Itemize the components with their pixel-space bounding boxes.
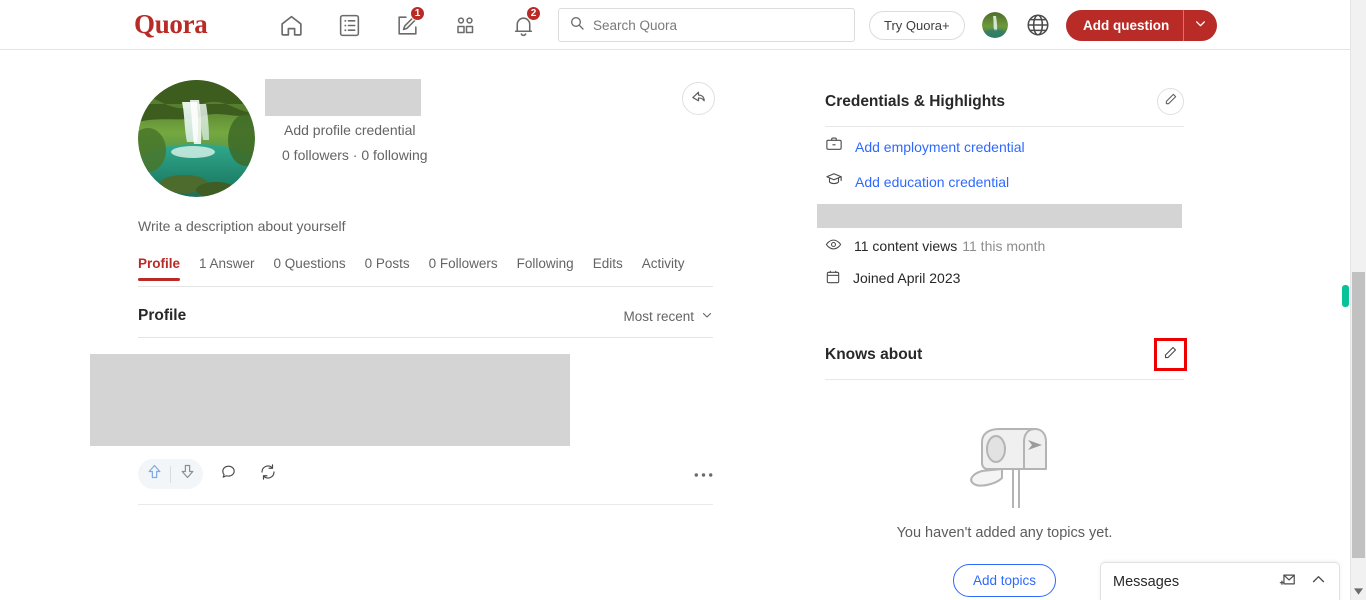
messages-label: Messages xyxy=(1113,573,1180,590)
content-views-label: 11 content views xyxy=(854,238,958,254)
add-question-button[interactable]: Add question xyxy=(1066,10,1218,41)
add-question-label: Add question xyxy=(1083,18,1170,33)
chevron-down-icon xyxy=(701,309,713,324)
sort-label: Most recent xyxy=(623,308,694,324)
scroll-position-marker xyxy=(1342,285,1349,307)
tab-questions[interactable]: 0 Questions xyxy=(274,256,346,280)
post-content-redacted xyxy=(90,354,570,446)
empty-state-text: You haven't added any topics yet. xyxy=(896,525,1113,541)
chevron-up-icon xyxy=(1310,571,1327,593)
nav-home-button[interactable] xyxy=(262,0,320,50)
repost-icon xyxy=(259,463,277,486)
write-badge: 1 xyxy=(410,6,425,21)
tab-edits[interactable]: Edits xyxy=(593,256,623,280)
profile-tabs: Profile 1 Answer 0 Questions 0 Posts 0 F… xyxy=(138,256,713,287)
add-employment-credential-row[interactable]: Add employment credential xyxy=(825,131,1184,162)
add-profile-credential-link[interactable]: Add profile credential xyxy=(284,122,416,138)
profile-name-redacted xyxy=(265,79,421,116)
content-views-monthly: 11 this month xyxy=(962,238,1046,254)
add-question-dropdown[interactable] xyxy=(1184,10,1217,41)
nav-spaces-button[interactable] xyxy=(436,0,494,50)
upvote-arrow-icon xyxy=(146,463,163,485)
followers-following-count: 0 followers · 0 following xyxy=(282,147,428,163)
calendar-icon xyxy=(825,269,841,288)
globe-icon xyxy=(1025,14,1051,42)
more-dots-icon xyxy=(694,465,713,483)
search-icon xyxy=(569,15,585,36)
eye-icon xyxy=(825,236,842,256)
profile-avatar[interactable] xyxy=(138,80,255,197)
tab-profile[interactable]: Profile xyxy=(138,256,181,281)
post-action-bar xyxy=(138,459,713,505)
tab-following[interactable]: Following xyxy=(517,256,574,280)
edit-knows-about-button[interactable] xyxy=(1154,338,1187,371)
joined-date-row: Joined April 2023 xyxy=(825,264,1184,292)
new-message-icon xyxy=(1278,570,1297,594)
repost-button[interactable] xyxy=(253,459,283,489)
header-avatar[interactable] xyxy=(982,12,1008,38)
header-nav-icons: 1 2 xyxy=(262,0,552,50)
post-card xyxy=(90,354,713,505)
post-more-options-button[interactable] xyxy=(694,465,713,483)
add-education-credential-link[interactable]: Add education credential xyxy=(855,174,1009,190)
page-scrollbar-track[interactable] xyxy=(1350,0,1366,600)
profile-section-bar: Profile Most recent xyxy=(138,307,713,338)
vote-control xyxy=(138,459,203,489)
spaces-group-icon xyxy=(452,12,478,38)
joined-date-label: Joined April 2023 xyxy=(853,270,961,286)
upvote-button[interactable] xyxy=(138,459,170,489)
downvote-arrow-icon xyxy=(179,463,196,485)
nav-answer-button[interactable] xyxy=(320,0,378,50)
scrollbar-down-arrow[interactable] xyxy=(1352,585,1364,597)
add-education-credential-row[interactable]: Add education credential xyxy=(825,166,1184,197)
profile-sidebar: Credentials & Highlights Add employment … xyxy=(817,88,1187,597)
credentials-panel-header: Credentials & Highlights xyxy=(825,88,1184,127)
avatar-waterfall-image xyxy=(138,80,255,197)
profile-share-button[interactable] xyxy=(682,82,715,115)
avatar-waterfall-image xyxy=(982,12,1008,38)
add-employment-credential-link[interactable]: Add employment credential xyxy=(855,139,1025,155)
share-icon xyxy=(690,88,707,110)
profile-main-column: Add profile credential 0 followers · 0 f… xyxy=(90,62,715,505)
content-views-row: 11 content views 11 this month xyxy=(825,232,1184,260)
knows-about-title: Knows about xyxy=(825,345,923,363)
pencil-edit-icon xyxy=(1163,345,1178,365)
nav-notifications-button[interactable]: 2 xyxy=(494,0,552,50)
top-header: Quora 1 2 Search Quora Try Quora+ Add qu… xyxy=(0,0,1366,50)
tab-posts[interactable]: 0 Posts xyxy=(365,256,410,280)
language-button[interactable] xyxy=(1025,12,1051,38)
briefcase-icon xyxy=(825,135,843,158)
edit-credentials-button[interactable] xyxy=(1157,88,1184,115)
page-scrollbar-thumb[interactable] xyxy=(1352,272,1365,558)
credential-redacted-bar xyxy=(817,204,1182,228)
answer-list-icon xyxy=(337,13,362,38)
tab-followers[interactable]: 0 Followers xyxy=(429,256,498,280)
sort-dropdown[interactable]: Most recent xyxy=(623,309,713,324)
pencil-edit-icon xyxy=(1164,92,1178,111)
notifications-badge: 2 xyxy=(526,6,541,21)
tab-activity[interactable]: Activity xyxy=(642,256,685,280)
profile-header: Add profile credential 0 followers · 0 f… xyxy=(138,62,715,234)
home-icon xyxy=(279,13,304,38)
profile-description-placeholder[interactable]: Write a description about yourself xyxy=(138,218,346,234)
comment-button[interactable] xyxy=(213,459,243,489)
downvote-button[interactable] xyxy=(171,459,203,489)
add-topics-button[interactable]: Add topics xyxy=(952,564,1057,597)
search-input[interactable] xyxy=(593,17,844,33)
collapse-messages-button[interactable] xyxy=(1310,571,1327,593)
mailbox-icon xyxy=(950,416,1060,513)
search-box[interactable] xyxy=(558,8,855,42)
messages-dock[interactable]: Messages xyxy=(1100,562,1340,600)
tab-answers[interactable]: 1 Answer xyxy=(199,256,255,280)
chevron-down-icon xyxy=(1194,17,1207,35)
knows-about-header: Knows about xyxy=(825,338,1187,380)
graduation-cap-icon xyxy=(825,170,843,193)
quora-logo[interactable]: Quora xyxy=(134,9,208,40)
page-title: Profile xyxy=(138,307,187,324)
comment-bubble-icon xyxy=(220,463,237,485)
nav-write-button[interactable]: 1 xyxy=(378,0,436,50)
new-message-button[interactable] xyxy=(1278,570,1297,594)
try-quora-plus-button[interactable]: Try Quora+ xyxy=(869,11,965,40)
credentials-title: Credentials & Highlights xyxy=(825,92,1005,110)
